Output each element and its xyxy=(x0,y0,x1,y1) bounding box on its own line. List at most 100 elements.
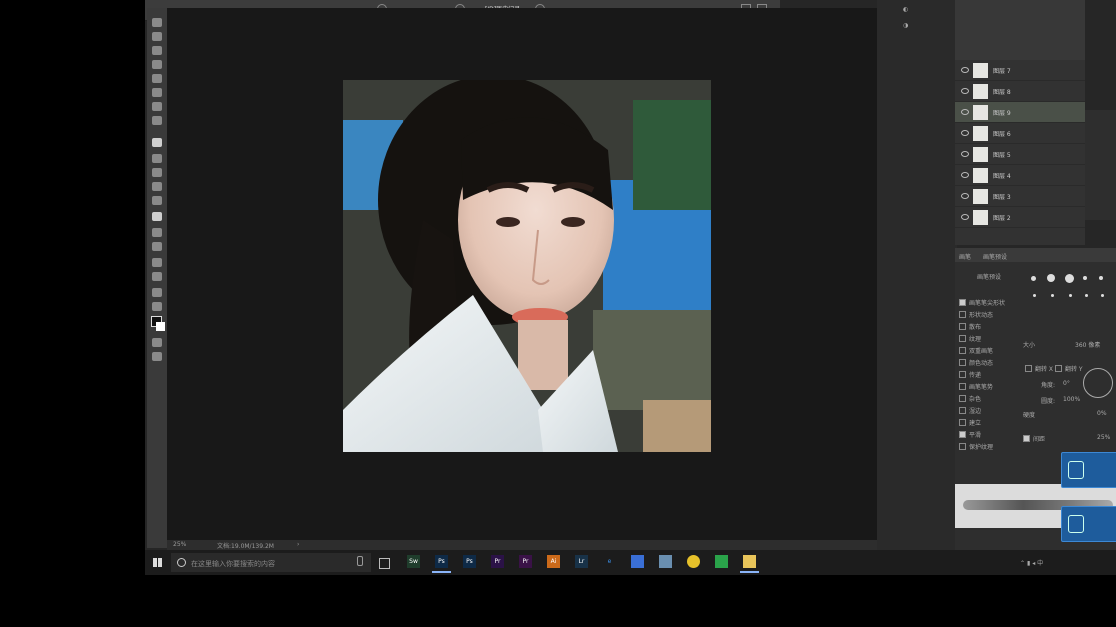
healing-tool-icon[interactable] xyxy=(152,88,162,97)
checkbox[interactable] xyxy=(959,419,966,426)
microphone-icon[interactable] xyxy=(357,556,363,566)
brush-tool-icon[interactable] xyxy=(152,102,162,111)
layer-row[interactable]: 图层 7 xyxy=(955,60,1085,81)
marquee-tool-icon[interactable] xyxy=(152,32,162,41)
checkbox[interactable] xyxy=(959,347,966,354)
lasso-tool-icon[interactable] xyxy=(152,46,162,55)
brush-tip[interactable] xyxy=(1069,294,1072,297)
checkbox[interactable] xyxy=(959,299,966,306)
portrait-artwork[interactable] xyxy=(343,80,711,452)
angle-roundness-dial[interactable] xyxy=(1083,368,1113,398)
volume-icon[interactable]: ◂ xyxy=(1032,560,1035,567)
visibility-eye-icon[interactable] xyxy=(961,151,969,157)
app-sw-icon[interactable]: Sw xyxy=(407,555,420,568)
app-pr-icon[interactable]: Pr xyxy=(519,555,532,568)
app-yellow-icon[interactable] xyxy=(687,555,700,568)
windows-start-icon[interactable] xyxy=(153,558,162,567)
move-tool-icon[interactable] xyxy=(152,18,162,27)
notification-popup[interactable] xyxy=(1061,506,1116,542)
zoom-tool-icon[interactable] xyxy=(152,272,162,281)
layer-name: 图层 2 xyxy=(993,215,1011,222)
visibility-eye-icon[interactable] xyxy=(961,88,969,94)
checkbox[interactable] xyxy=(959,335,966,342)
app-bird-icon[interactable] xyxy=(631,555,644,568)
layer-row[interactable]: 图层 4 xyxy=(955,165,1085,186)
brush-tip[interactable] xyxy=(1065,274,1074,283)
checkbox[interactable] xyxy=(959,359,966,366)
layer-row[interactable]: 图层 2 xyxy=(955,207,1085,228)
app-ai-icon[interactable]: Ai xyxy=(547,555,560,568)
visibility-eye-icon[interactable] xyxy=(961,172,969,178)
eyedropper-tool-icon[interactable] xyxy=(152,74,162,83)
screen-mode-icon[interactable] xyxy=(152,352,162,361)
dodge-tool-icon[interactable] xyxy=(152,182,162,191)
layer-row[interactable]: 图层 3 xyxy=(955,186,1085,207)
stamp-tool-icon[interactable] xyxy=(152,116,162,125)
checkbox[interactable] xyxy=(959,371,966,378)
app-pr-icon[interactable]: Pr xyxy=(491,555,504,568)
visibility-eye-icon[interactable] xyxy=(961,67,969,73)
layer-row[interactable]: 图层 8 xyxy=(955,81,1085,102)
notification-popup[interactable] xyxy=(1061,452,1116,488)
layer-row[interactable]: 图层 6 xyxy=(955,123,1085,144)
brush-tip[interactable] xyxy=(1101,294,1104,297)
hand-tool-icon[interactable] xyxy=(152,258,162,267)
swap-colors-icon[interactable] xyxy=(152,302,162,311)
gradient-tool-icon[interactable] xyxy=(152,154,162,163)
checkbox[interactable] xyxy=(959,431,966,438)
visibility-eye-icon[interactable] xyxy=(961,109,969,115)
status-bar: 25% 文档:19.0M/139.2M › xyxy=(167,540,877,550)
brush-tip[interactable] xyxy=(1031,276,1036,281)
more-tools-icon[interactable] xyxy=(152,288,162,297)
taskbar-search-box[interactable]: 在这里输入你要搜索的内容 xyxy=(171,553,371,572)
monitor-screen: [ID]历史记录 xyxy=(145,0,1116,575)
app-ps-icon[interactable]: Ps xyxy=(463,555,476,568)
brush-tip[interactable] xyxy=(1033,294,1036,297)
visibility-eye-icon[interactable] xyxy=(961,214,969,220)
document-canvas-area[interactable] xyxy=(167,8,877,540)
tab-brush-presets[interactable]: 画笔预设 xyxy=(983,252,1007,261)
checkbox[interactable] xyxy=(959,443,966,450)
file-explorer-icon[interactable] xyxy=(740,555,759,573)
background-color-swatch[interactable] xyxy=(156,322,165,331)
panel-icon-a[interactable]: ◐ xyxy=(903,6,908,13)
collapsed-panels: ◐ ◑ xyxy=(893,0,953,60)
zoom-level[interactable]: 25% xyxy=(173,541,186,548)
app-lr-icon[interactable]: Lr xyxy=(575,555,588,568)
checkbox[interactable] xyxy=(959,323,966,330)
eraser-tool-icon[interactable] xyxy=(152,138,162,147)
shape-tool-icon[interactable] xyxy=(152,242,162,251)
tab-brush[interactable]: 画笔 xyxy=(959,252,971,261)
checkbox[interactable] xyxy=(959,395,966,402)
ime-indicator[interactable]: 中 xyxy=(1037,560,1043,567)
status-arrow[interactable]: › xyxy=(297,541,299,548)
brush-tip[interactable] xyxy=(1099,276,1103,280)
brush-tip[interactable] xyxy=(1047,274,1055,282)
app-ps-icon[interactable]: Ps xyxy=(432,555,451,573)
tray-expand-icon[interactable]: ⌃ xyxy=(1020,560,1025,567)
cortana-icon[interactable] xyxy=(177,558,186,567)
task-view-icon[interactable] xyxy=(379,558,390,569)
checkbox[interactable] xyxy=(959,311,966,318)
visibility-eye-icon[interactable] xyxy=(961,130,969,136)
checkbox[interactable] xyxy=(959,383,966,390)
brush-tip[interactable] xyxy=(1085,294,1088,297)
pen-tool-icon[interactable] xyxy=(152,196,162,205)
brush-tip[interactable] xyxy=(1083,276,1087,280)
visibility-eye-icon[interactable] xyxy=(961,193,969,199)
edge-browser-icon[interactable]: e xyxy=(603,555,616,568)
network-icon[interactable]: ▮ xyxy=(1027,560,1030,567)
layer-row-selected[interactable]: 图层 9 xyxy=(955,102,1085,123)
crop-tool-icon[interactable] xyxy=(152,60,162,69)
app-wechat-icon[interactable] xyxy=(715,555,728,568)
app-computer-icon[interactable] xyxy=(659,555,672,568)
brush-tip-grid[interactable] xyxy=(1025,274,1110,324)
blur-tool-icon[interactable] xyxy=(152,168,162,177)
path-select-tool-icon[interactable] xyxy=(152,228,162,237)
type-tool-icon[interactable] xyxy=(152,212,162,221)
panel-icon-b[interactable]: ◑ xyxy=(903,22,908,29)
checkbox[interactable] xyxy=(959,407,966,414)
brush-tip[interactable] xyxy=(1051,294,1054,297)
layer-row[interactable]: 图层 5 xyxy=(955,144,1085,165)
quick-mask-icon[interactable] xyxy=(152,338,162,347)
